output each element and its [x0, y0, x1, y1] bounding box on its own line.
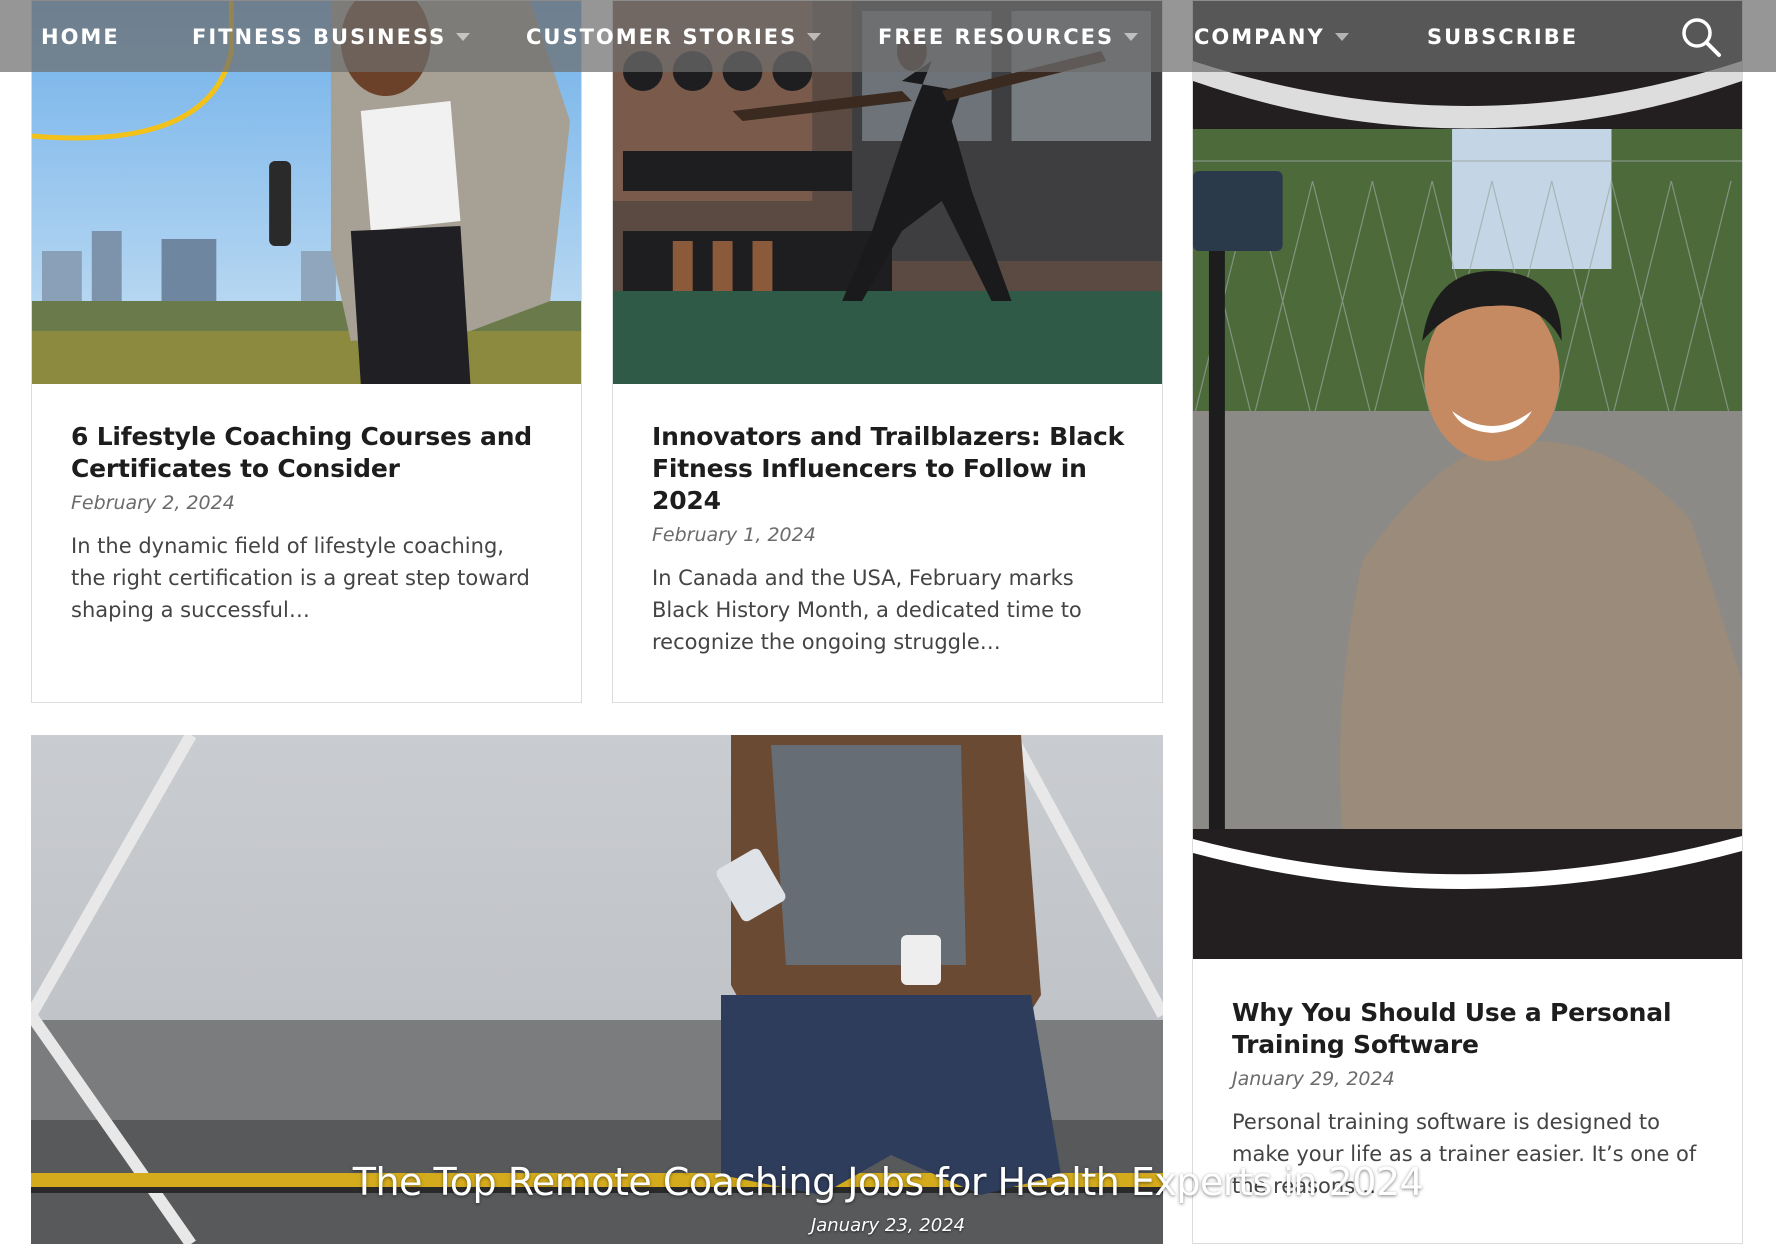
- chevron-down-icon: [456, 33, 471, 41]
- post-date: February 1, 2024: [652, 524, 816, 546]
- nav-item-label: HOME: [41, 25, 120, 49]
- nav-item-customer-stories[interactable]: CUSTOMER STORIES: [526, 22, 822, 52]
- post-thumbnail[interactable]: [1193, 1, 1742, 959]
- chevron-down-icon: [1124, 33, 1139, 41]
- nav-item-company[interactable]: COMPANY: [1194, 22, 1349, 52]
- post-title[interactable]: Why You Should Use a Personal Training S…: [1232, 997, 1706, 1061]
- post-excerpt: In Canada and the USA, February marks Bl…: [652, 566, 1082, 654]
- post-date: January 29, 2024: [1232, 1068, 1395, 1090]
- nav-item-label: FREE RESOURCES: [878, 25, 1115, 49]
- nav-item-label: SUBSCRIBE: [1427, 25, 1579, 49]
- post-excerpt: In the dynamic field of lifestyle coachi…: [71, 534, 530, 622]
- post-card[interactable]: 6 Lifestyle Coaching Courses and Certifi…: [31, 0, 582, 703]
- post-card-body: 6 Lifestyle Coaching Courses and Certifi…: [71, 421, 545, 626]
- featured-post-date: January 23, 2024: [810, 1215, 966, 1236]
- chevron-down-icon: [1334, 33, 1349, 41]
- post-date: February 2, 2024: [71, 492, 235, 514]
- nav-item-home[interactable]: HOME: [41, 22, 120, 52]
- post-title[interactable]: Innovators and Trailblazers: Black Fitne…: [652, 421, 1126, 517]
- post-title[interactable]: 6 Lifestyle Coaching Courses and Certifi…: [71, 421, 545, 485]
- smiling-trainer-image: [1193, 1, 1742, 959]
- nav-item-free-resources[interactable]: FREE RESOURCES: [878, 22, 1139, 52]
- nav-item-fitness-business[interactable]: FITNESS BUSINESS: [192, 22, 471, 52]
- post-card[interactable]: Innovators and Trailblazers: Black Fitne…: [612, 0, 1163, 703]
- nav-item-label: FITNESS BUSINESS: [192, 25, 447, 49]
- nav-item-subscribe[interactable]: SUBSCRIBE: [1427, 22, 1578, 52]
- featured-post-title[interactable]: The Top Remote Coaching Jobs for Health …: [0, 1160, 1776, 1204]
- nav-item-label: CUSTOMER STORIES: [526, 25, 798, 49]
- top-navigation: HOME FITNESS BUSINESS CUSTOMER STORIES F…: [0, 0, 1776, 72]
- nav-item-label: COMPANY: [1194, 25, 1325, 49]
- search-icon: [1682, 18, 1721, 57]
- chevron-down-icon: [807, 33, 822, 41]
- post-card-body: Innovators and Trailblazers: Black Fitne…: [652, 421, 1126, 658]
- post-card[interactable]: Why You Should Use a Personal Training S…: [1192, 0, 1743, 1244]
- search-button[interactable]: [1680, 16, 1722, 58]
